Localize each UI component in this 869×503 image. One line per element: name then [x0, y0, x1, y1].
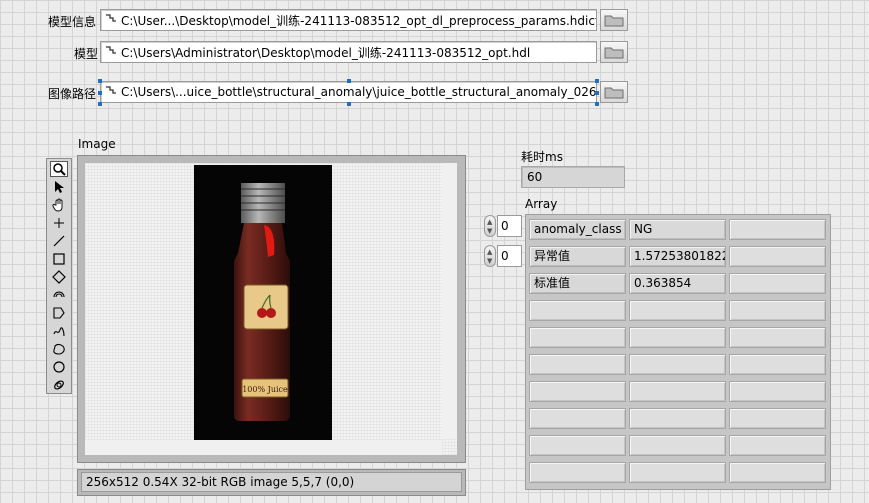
array-cell[interactable]: [629, 462, 726, 483]
array-cell[interactable]: 1.57253801822: [629, 246, 726, 267]
array-col-index[interactable]: ▲ ▼ 0: [484, 245, 522, 267]
array-cell[interactable]: 标准值: [529, 273, 626, 294]
selection-handle[interactable]: [595, 102, 599, 106]
rotated-oval-icon: [54, 380, 64, 390]
array-cell[interactable]: [529, 435, 626, 456]
folder-icon: [604, 47, 624, 59]
line-icon: [53, 235, 65, 247]
pan-tool[interactable]: [50, 197, 68, 213]
array-cell[interactable]: [729, 300, 826, 321]
model-path-text: C:\Users\Administrator\Desktop\model_训练-…: [121, 45, 531, 60]
zoom-tool[interactable]: [50, 161, 68, 177]
folder-icon: [604, 87, 624, 99]
pan-hand-icon: [52, 198, 63, 212]
model-info-path-text: C:\User...\Desktop\model_训练-241113-08351…: [121, 13, 596, 28]
model-label: 模型: [74, 47, 99, 61]
oval-tool[interactable]: [50, 359, 68, 375]
image-path-label: 图像路径: [48, 87, 97, 101]
crosshair-icon: [54, 218, 64, 228]
array-cell[interactable]: [729, 462, 826, 483]
path-icon: [106, 86, 116, 94]
model-info-browse-button[interactable]: [600, 9, 628, 31]
model-info-label: 模型信息: [48, 15, 97, 29]
path-icon: [106, 46, 116, 54]
model-browse-button[interactable]: [600, 41, 628, 63]
selection-handle[interactable]: [347, 79, 351, 83]
selection-handle[interactable]: [98, 91, 102, 95]
array-cell[interactable]: [729, 381, 826, 402]
array-cell[interactable]: [629, 381, 726, 402]
folder-icon: [604, 15, 624, 27]
polygon-tool[interactable]: [50, 305, 68, 321]
array-label: Array: [525, 197, 558, 211]
model-info-path-field[interactable]: C:\User...\Desktop\model_训练-241113-08351…: [100, 9, 597, 31]
array-cell[interactable]: [729, 273, 826, 294]
oval-icon: [53, 361, 65, 373]
array-cell[interactable]: [529, 300, 626, 321]
annulus-tool[interactable]: [50, 287, 68, 303]
line-tool[interactable]: [50, 233, 68, 249]
array-cell[interactable]: 异常值: [529, 246, 626, 267]
col-index-value[interactable]: 0: [497, 245, 522, 267]
point-tool[interactable]: [50, 215, 68, 231]
row-index-value[interactable]: 0: [497, 215, 522, 237]
selection-handle[interactable]: [595, 91, 599, 95]
inspected-image: 100% Juice: [194, 165, 332, 440]
array-cell[interactable]: [729, 219, 826, 240]
array-cell[interactable]: [729, 327, 826, 348]
freehand-icon: [53, 327, 65, 337]
array-cell[interactable]: NG: [629, 219, 726, 240]
array-cell[interactable]: [729, 246, 826, 267]
array-cell[interactable]: [529, 381, 626, 402]
image-path-browse-button[interactable]: [600, 81, 628, 103]
array-cell[interactable]: [529, 408, 626, 429]
array-cell[interactable]: [629, 300, 726, 321]
annulus-icon: [53, 291, 65, 298]
bottle-label-text: 100% Juice: [242, 385, 288, 394]
selection-handle[interactable]: [595, 79, 599, 83]
rotated-rect-icon: [52, 270, 66, 284]
array-cell[interactable]: 0.363854: [629, 273, 726, 294]
select-tool[interactable]: [50, 179, 68, 195]
image-status-text: 256x512 0.54X 32-bit RGB image 5,5,7 (0,…: [81, 472, 462, 492]
row-index-spinner[interactable]: ▲ ▼: [484, 215, 496, 237]
freehand-tool[interactable]: [50, 323, 68, 339]
array-cell[interactable]: [629, 327, 726, 348]
image-display-label: Image: [78, 137, 116, 151]
freehand-closed-icon: [53, 343, 65, 355]
image-horizontal-scrollbar[interactable]: [85, 440, 442, 455]
freehand-closed-tool[interactable]: [50, 341, 68, 357]
zoom-icon: [53, 163, 66, 176]
rectangle-icon: [53, 253, 65, 265]
timing-indicator: 60: [521, 166, 625, 188]
array-row-index[interactable]: ▲ ▼ 0: [484, 215, 522, 237]
image-vertical-scrollbar[interactable]: [442, 163, 457, 439]
array-cell[interactable]: [729, 354, 826, 375]
array-cell[interactable]: [629, 354, 726, 375]
rotated-oval-tool[interactable]: [50, 377, 68, 393]
array-cell[interactable]: [729, 435, 826, 456]
array-cell[interactable]: [729, 408, 826, 429]
selection-handle[interactable]: [347, 102, 351, 106]
array-cell[interactable]: [529, 327, 626, 348]
array-cell[interactable]: [629, 408, 726, 429]
rotated-rect-tool[interactable]: [50, 269, 68, 285]
array-cell[interactable]: [629, 435, 726, 456]
array-cell[interactable]: [529, 354, 626, 375]
image-tool-palette: [46, 158, 72, 394]
image-path-field[interactable]: C:\Users\...uice_bottle\structural_anoma…: [100, 81, 597, 103]
col-index-spinner[interactable]: ▲ ▼: [484, 245, 496, 267]
selection-handle[interactable]: [98, 79, 102, 83]
rectangle-tool[interactable]: [50, 251, 68, 267]
selection-handle[interactable]: [98, 102, 102, 106]
array-cell[interactable]: [529, 462, 626, 483]
timing-label: 耗时ms: [521, 150, 563, 164]
array-cell[interactable]: anomaly_class: [529, 219, 626, 240]
arrow-icon: [55, 181, 64, 193]
image-path-text: C:\Users\...uice_bottle\structural_anoma…: [121, 85, 596, 99]
model-path-field[interactable]: C:\Users\Administrator\Desktop\model_训练-…: [100, 41, 597, 63]
polygon-icon: [53, 307, 65, 319]
path-icon: [106, 14, 116, 22]
